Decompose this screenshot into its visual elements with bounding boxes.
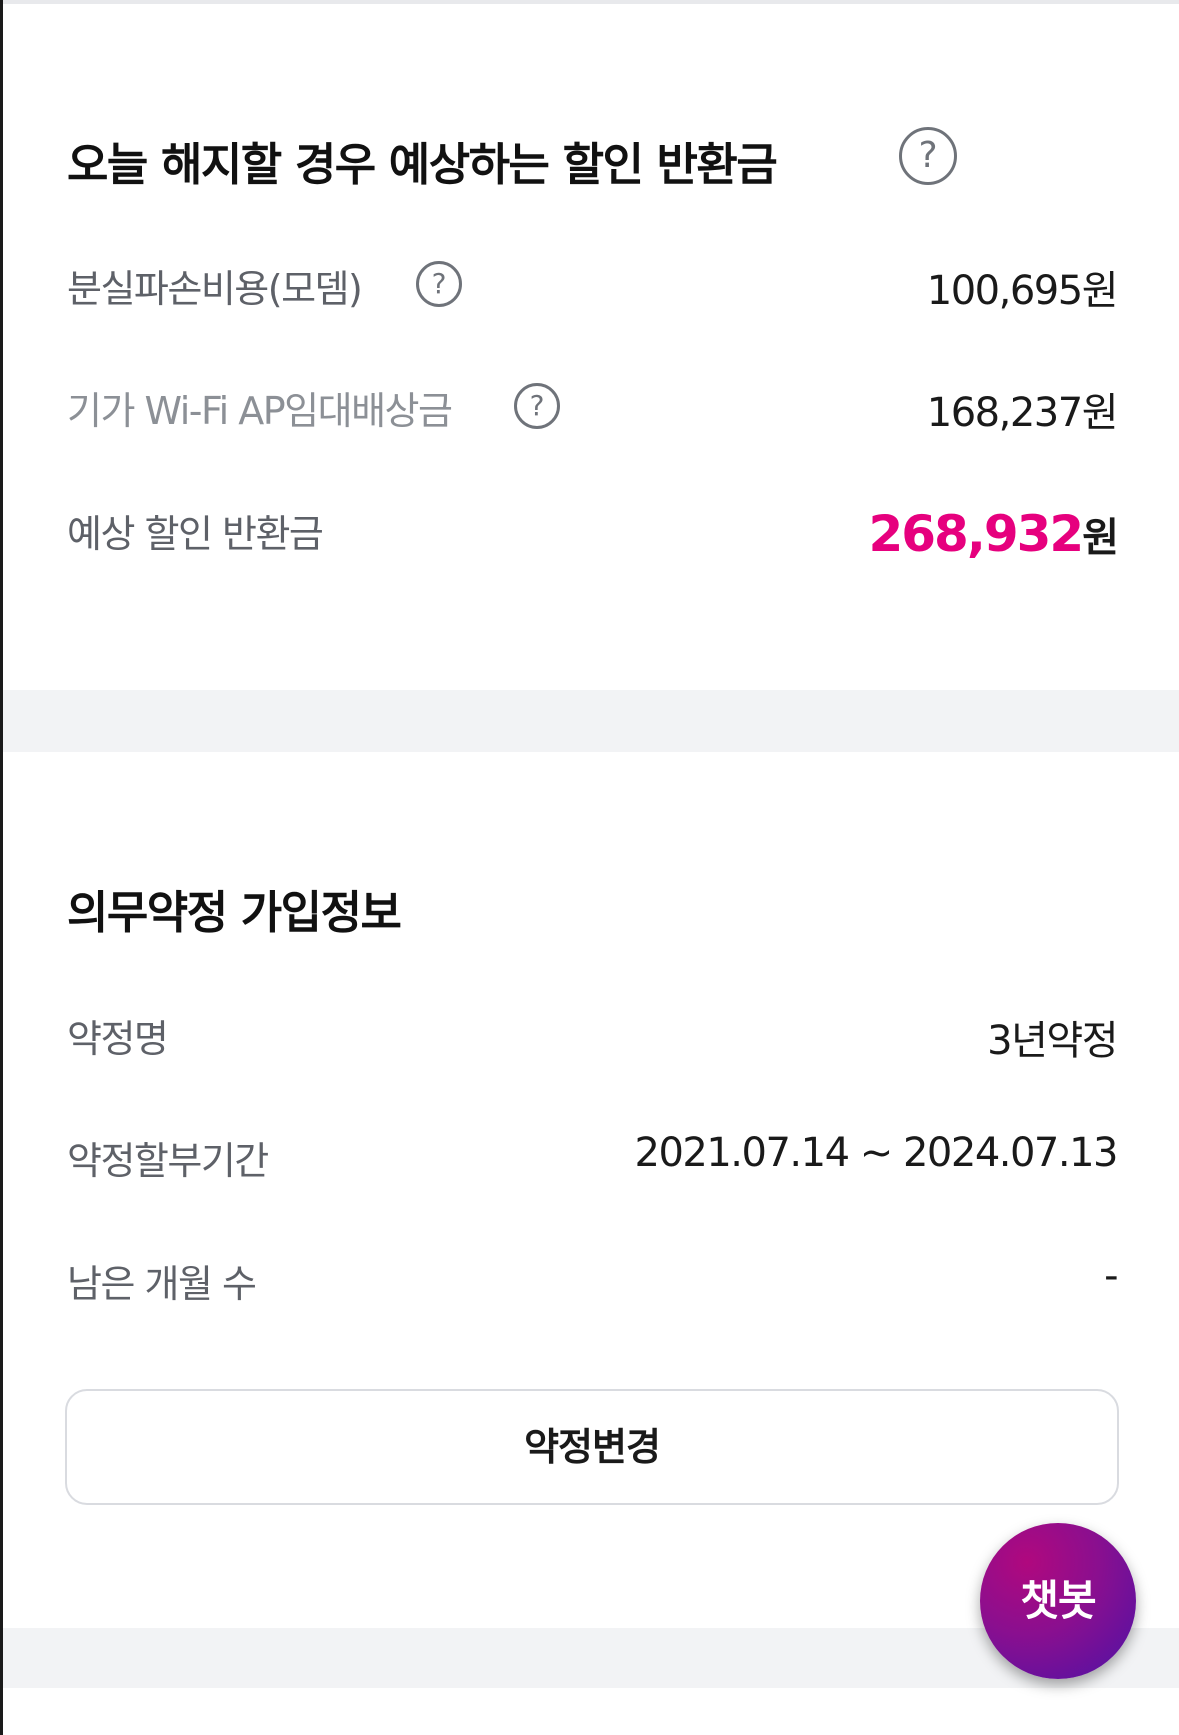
contract-period-label: 약정할부기간 xyxy=(67,1139,269,1183)
title-help-icon[interactable]: ? xyxy=(899,127,957,185)
modem-loss-value: 100,695원 xyxy=(926,268,1119,314)
contract-name-value: 3년약정 xyxy=(987,1018,1118,1064)
wifi-ap-value: 168,237원 xyxy=(926,390,1119,436)
wifi-ap-help-icon[interactable]: ? xyxy=(514,383,560,429)
change-contract-button[interactable]: 약정변경 xyxy=(65,1389,1119,1505)
remaining-months-value: - xyxy=(1104,1253,1118,1299)
total-refund-amount: 268,932 xyxy=(868,505,1084,563)
total-refund-value: 268,932원 xyxy=(868,505,1119,563)
chatbot-button[interactable]: 챗봇 xyxy=(980,1523,1136,1679)
contract-period-value: 2021.07.14 ~ 2024.07.13 xyxy=(634,1130,1119,1176)
screen: 오늘 해지할 경우 예상하는 할인 반환금 ? 분실파손비용(모뎀) ? 100… xyxy=(0,0,1179,1735)
modem-loss-label: 분실파손비용(모뎀) xyxy=(67,267,363,311)
remaining-months-label: 남은 개월 수 xyxy=(67,1262,257,1306)
contract-name-label: 약정명 xyxy=(67,1017,169,1061)
section-divider xyxy=(3,690,1179,752)
total-refund-label: 예상 할인 반환금 xyxy=(67,512,324,556)
modem-loss-help-icon[interactable]: ? xyxy=(416,261,462,307)
wifi-ap-label: 기가 Wi-Fi AP임대배상금 xyxy=(67,389,453,433)
contract-title: 의무약정 가입정보 xyxy=(67,886,402,939)
total-refund-unit: 원 xyxy=(1082,515,1119,561)
termination-title: 오늘 해지할 경우 예상하는 할인 반환금 xyxy=(67,138,778,191)
termination-refund-section xyxy=(3,4,1179,690)
next-section xyxy=(3,1688,1179,1735)
